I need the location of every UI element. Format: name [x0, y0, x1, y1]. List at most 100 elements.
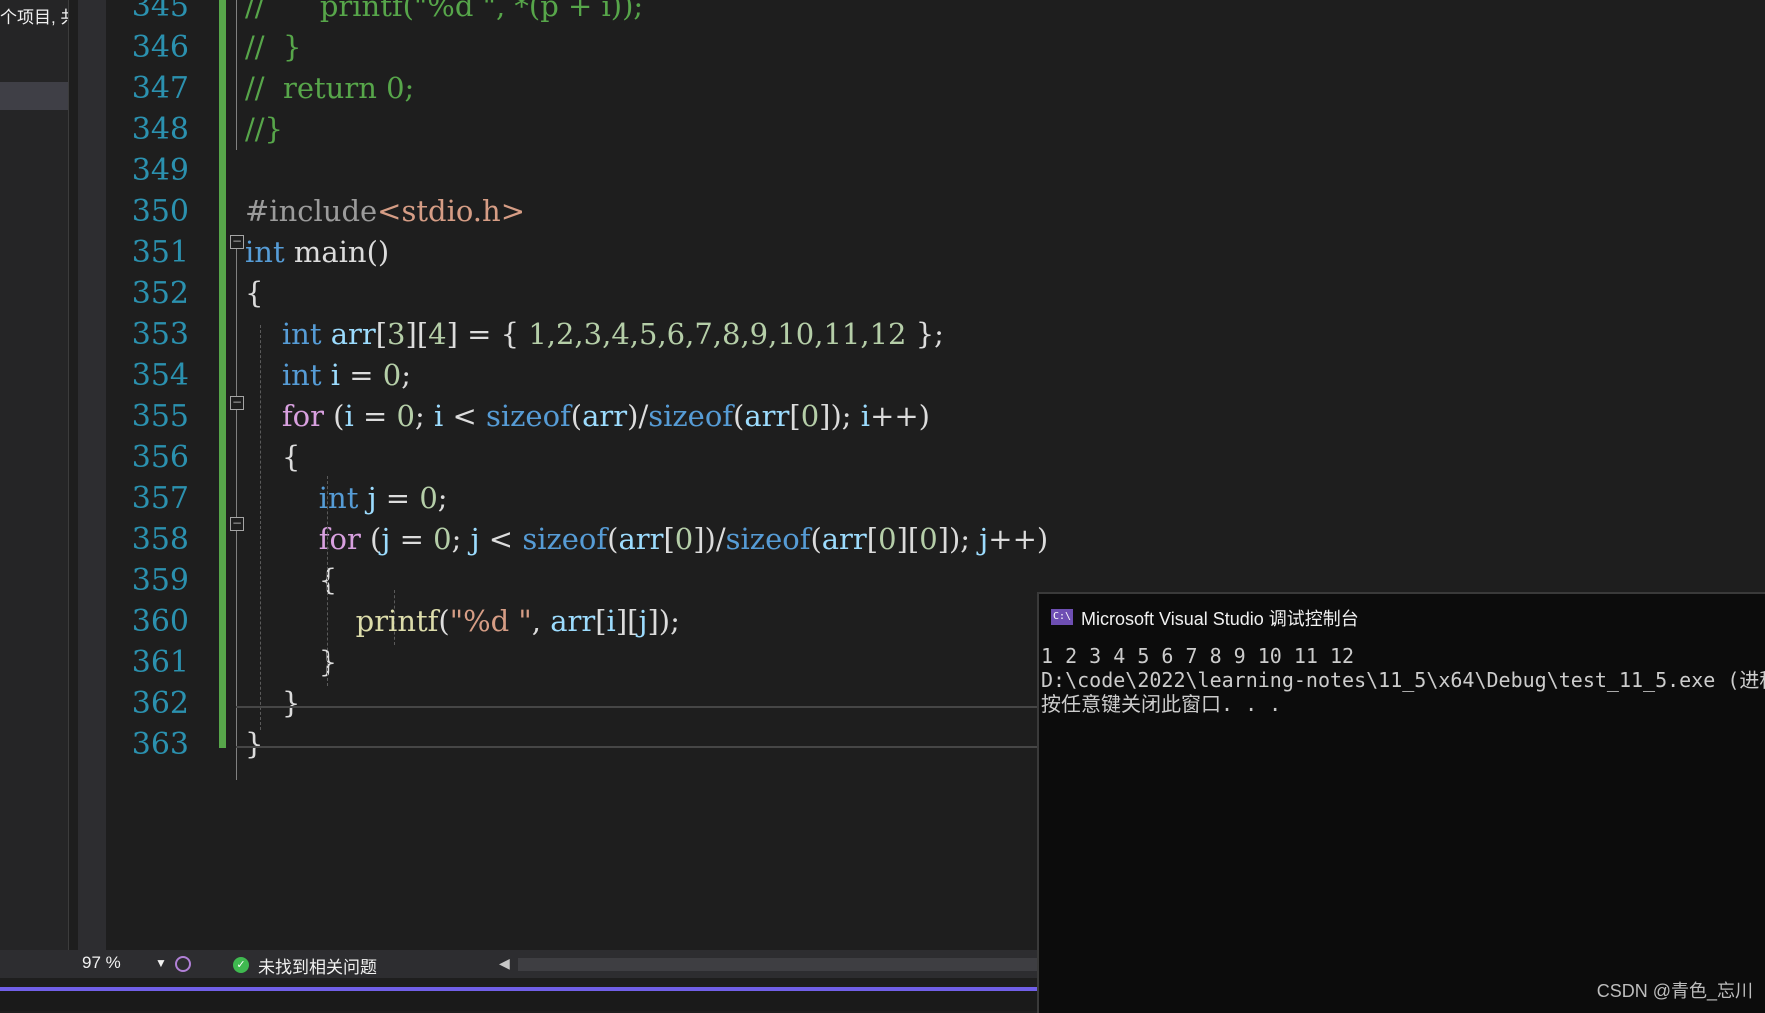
code-token: {: [245, 563, 338, 597]
code-line[interactable]: 352 {: [80, 273, 1765, 314]
code-text[interactable]: int j = 0;: [245, 478, 448, 519]
code-token: ][: [896, 522, 920, 556]
code-line[interactable]: 345 // printf("%d ", *(p + i));: [80, 0, 1765, 27]
code-token: ;: [451, 522, 471, 556]
code-token: for: [281, 399, 324, 433]
code-token: =: [353, 399, 397, 433]
no-issues-check-icon: ✓: [233, 957, 249, 973]
indent-guide: [260, 325, 261, 730]
code-token: ;: [401, 358, 411, 392]
code-text[interactable]: for (j = 0; j < sizeof(arr[0])/sizeof(ar…: [245, 519, 1048, 560]
line-number: 362: [131, 686, 189, 721]
line-number: 345: [131, 0, 189, 24]
code-token: =: [390, 522, 434, 556]
code-text[interactable]: #include<stdio.h>: [245, 191, 525, 232]
indent-guide: [394, 590, 395, 645]
code-token: ])/: [693, 522, 726, 556]
collapse-main-icon[interactable]: −: [230, 235, 244, 249]
code-token: =: [339, 358, 383, 392]
code-token: ;: [414, 399, 434, 433]
code-line[interactable]: 357 int j = 0;: [80, 478, 1765, 519]
code-text[interactable]: // return 0;: [245, 68, 414, 109]
line-number: 363: [131, 727, 189, 762]
code-token: [: [663, 522, 675, 556]
code-line[interactable]: 346 // }: [80, 27, 1765, 68]
code-token: arr: [330, 317, 376, 351]
code-text[interactable]: // }: [245, 27, 301, 68]
code-text[interactable]: //}: [245, 109, 283, 150]
code-token: sizeof: [648, 399, 734, 433]
code-text[interactable]: {: [245, 273, 263, 314]
line-number: 353: [131, 317, 189, 352]
code-text[interactable]: int arr[3][4] = { 1,2,3,4,5,6,7,8,9,10,1…: [245, 314, 944, 355]
code-token: 0: [396, 399, 415, 433]
console-output-line: 1 2 3 4 5 6 7 8 9 10 11 12: [1041, 644, 1355, 668]
code-token: (: [323, 399, 345, 433]
code-line[interactable]: 354 int i = 0;: [80, 355, 1765, 396]
horizontal-scrollbar[interactable]: [518, 958, 1040, 971]
debug-console-window[interactable]: C:\ Microsoft Visual Studio 调试控制台 1 2 3 …: [1037, 592, 1765, 1013]
code-text[interactable]: {: [245, 560, 337, 601]
code-token: [: [789, 399, 801, 433]
scroll-left-arrow-icon[interactable]: ◀: [499, 955, 510, 972]
collapse-outer-for-icon[interactable]: −: [230, 396, 244, 410]
code-line[interactable]: 358 for (j = 0; j < sizeof(arr[0])/sizeo…: [80, 519, 1765, 560]
line-number: 352: [131, 276, 189, 311]
zoom-dropdown-icon[interactable]: ▼: [155, 956, 167, 970]
code-line[interactable]: 349: [80, 150, 1765, 191]
code-token: {: [245, 276, 264, 310]
code-token: arr: [550, 604, 596, 638]
line-number: 351: [131, 235, 189, 270]
problems-status[interactable]: 未找到相关问题: [258, 953, 377, 978]
code-line[interactable]: 353 int arr[3][4] = { 1,2,3,4,5,6,7,8,9,…: [80, 314, 1765, 355]
code-line[interactable]: 355 for (i = 0; i < sizeof(arr)/sizeof(a…: [80, 396, 1765, 437]
code-token: 3: [387, 317, 406, 351]
console-app-icon: C:\: [1051, 609, 1073, 625]
line-number: 347: [131, 71, 189, 106]
code-text[interactable]: {: [245, 437, 300, 478]
code-text[interactable]: printf("%d ", arr[i][j]);: [245, 601, 680, 642]
code-token: j: [470, 522, 480, 556]
code-token: printf: [355, 604, 439, 638]
line-number: 360: [131, 604, 189, 639]
console-title-bar[interactable]: C:\ Microsoft Visual Studio 调试控制台: [1039, 594, 1765, 636]
code-token: i: [860, 399, 871, 433]
code-token: sizeof: [725, 522, 811, 556]
taskbar-strip: [0, 991, 1040, 1011]
code-text[interactable]: int main(): [245, 232, 389, 273]
code-line[interactable]: 347 // return 0;: [80, 68, 1765, 109]
code-token: // printf("%d ", *(p + i));: [245, 0, 644, 23]
line-number: 358: [131, 522, 189, 557]
code-line[interactable]: 350 #include<stdio.h>: [80, 191, 1765, 232]
code-line[interactable]: 351 int main(): [80, 232, 1765, 273]
code-token: i: [433, 399, 444, 433]
code-text[interactable]: // printf("%d ", *(p + i));: [245, 0, 643, 27]
code-token: 0: [674, 522, 694, 556]
code-text[interactable]: for (i = 0; i < sizeof(arr)/sizeof(arr[0…: [245, 396, 930, 437]
code-token: [: [595, 604, 607, 638]
selected-tree-item[interactable]: [0, 82, 68, 110]
line-number: 355: [131, 399, 189, 434]
line-number: 354: [131, 358, 189, 393]
code-text[interactable]: }: [245, 642, 337, 683]
code-token: (: [733, 399, 745, 433]
code-token: "%d ": [449, 604, 532, 638]
code-token: ,: [531, 604, 551, 638]
code-token: 1,2,3,4,5,6,7,8,9,10,11,12: [528, 317, 907, 351]
line-number: 348: [131, 112, 189, 147]
code-text[interactable]: int i = 0;: [245, 355, 411, 396]
code-token: arr: [618, 522, 664, 556]
collapse-inner-for-icon[interactable]: −: [230, 517, 244, 531]
line-number: 349: [131, 153, 189, 188]
code-token: 0: [382, 358, 402, 392]
code-token: <stdio.h>: [377, 194, 525, 228]
code-line[interactable]: 356 {: [80, 437, 1765, 478]
code-line[interactable]: 348 //}: [80, 109, 1765, 150]
comment-outline-line: [236, 0, 237, 150]
code-cleanup-icon[interactable]: [175, 956, 191, 972]
code-token: ][: [405, 317, 429, 351]
zoom-level[interactable]: 97 %: [82, 953, 121, 973]
code-token: // return 0;: [245, 71, 415, 105]
